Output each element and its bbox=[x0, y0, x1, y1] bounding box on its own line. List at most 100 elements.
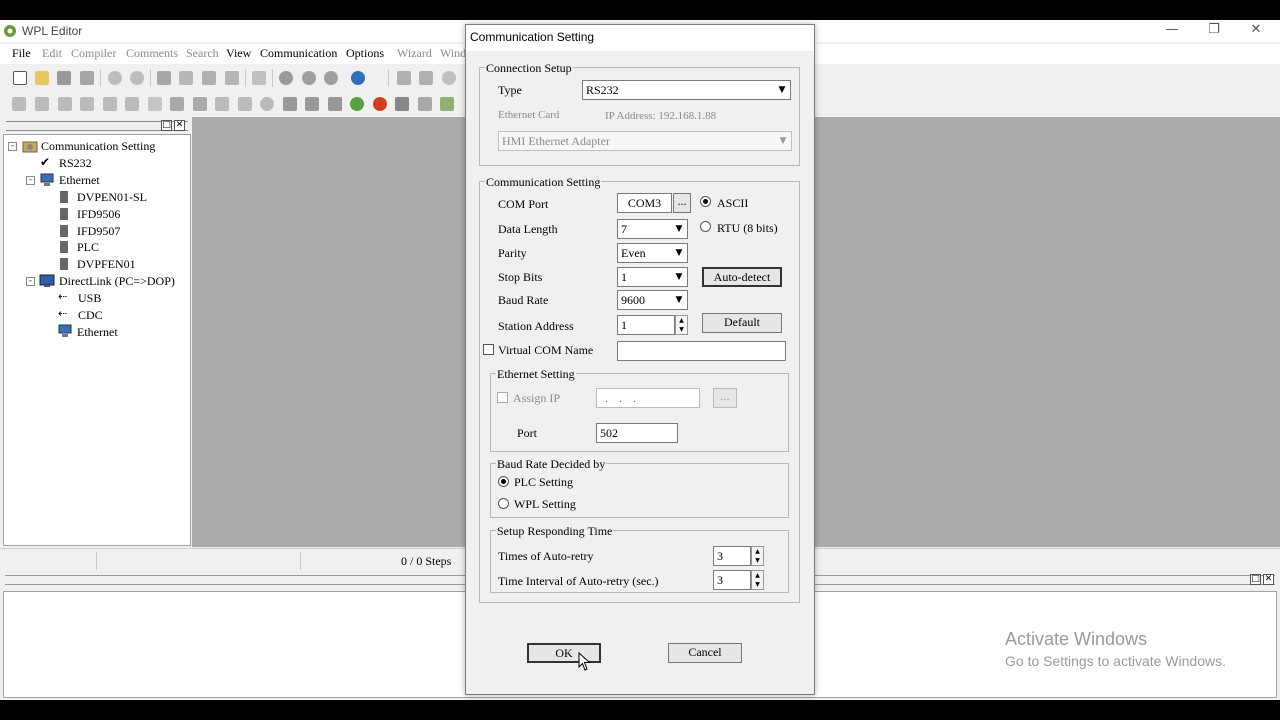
upload-icon[interactable] bbox=[419, 71, 433, 85]
ladder-mode-icon[interactable] bbox=[12, 97, 26, 111]
comment-icon[interactable] bbox=[215, 97, 229, 111]
tree-item-ethernet-direct[interactable]: Ethernet bbox=[77, 325, 118, 340]
monitor-icon[interactable] bbox=[442, 71, 456, 85]
settings-icon[interactable] bbox=[418, 97, 432, 111]
chevron-down-icon[interactable]: ▼ bbox=[671, 244, 687, 262]
tree-item-ifd9506[interactable]: IFD9506 bbox=[77, 207, 120, 222]
rtu-label: RTU (8 bits) bbox=[717, 221, 778, 235]
menu-compiler[interactable]: Compiler bbox=[71, 46, 116, 61]
chevron-down-icon[interactable]: ▼ bbox=[671, 220, 687, 238]
menu-options[interactable]: Options bbox=[346, 46, 384, 61]
table2-icon[interactable] bbox=[305, 97, 319, 111]
com-port-browse-button[interactable]: ... bbox=[673, 193, 691, 213]
tree-item-communication-setting[interactable]: Communication Setting bbox=[41, 139, 155, 154]
register-icon[interactable] bbox=[328, 97, 342, 111]
menu-view[interactable]: View bbox=[226, 46, 251, 61]
grid-icon[interactable] bbox=[148, 97, 162, 111]
close-icon[interactable]: ✕ bbox=[1236, 22, 1276, 40]
ip-browse-button[interactable]: ... bbox=[713, 388, 737, 408]
tree-item-dvpen01-sl[interactable]: DVPEN01-SL bbox=[77, 190, 147, 205]
cut-icon[interactable] bbox=[157, 71, 171, 85]
save-all-icon[interactable] bbox=[80, 71, 94, 85]
collapse-icon[interactable]: - bbox=[26, 277, 35, 286]
plc-setting-radio[interactable] bbox=[498, 476, 509, 487]
tree-item-ethernet[interactable]: Ethernet bbox=[59, 173, 100, 188]
download-icon[interactable] bbox=[397, 71, 411, 85]
menu-search[interactable]: Search bbox=[186, 46, 219, 61]
delete-icon[interactable] bbox=[225, 71, 239, 85]
tree-item-directlink[interactable]: DirectLink (PC=>DOP) bbox=[59, 274, 175, 289]
save-icon[interactable] bbox=[57, 71, 71, 85]
auto-detect-button[interactable]: Auto-detect bbox=[702, 267, 782, 287]
function-icon[interactable] bbox=[103, 97, 117, 111]
tree-item-usb[interactable]: USB bbox=[78, 291, 101, 306]
pin-icon[interactable]: □ bbox=[161, 120, 172, 131]
assign-ip-checkbox[interactable] bbox=[497, 392, 508, 403]
copy-icon[interactable] bbox=[179, 71, 193, 85]
chevron-down-icon[interactable]: ▼ bbox=[775, 132, 791, 150]
collapse-icon[interactable]: - bbox=[8, 142, 17, 151]
undo-icon[interactable] bbox=[108, 71, 122, 85]
menu-communication[interactable]: Communication bbox=[260, 46, 337, 61]
tree-item-cdc[interactable]: CDC bbox=[78, 308, 103, 323]
station-address-input[interactable]: 1 bbox=[617, 315, 675, 335]
tree-item-plc[interactable]: PLC bbox=[77, 240, 99, 255]
search-icon[interactable] bbox=[279, 71, 293, 85]
tree-item-ifd9507[interactable]: IFD9507 bbox=[77, 224, 120, 239]
help-icon[interactable] bbox=[351, 71, 365, 85]
contact-icon[interactable] bbox=[35, 97, 49, 111]
tree-item-rs232[interactable]: RS232 bbox=[59, 156, 92, 171]
label-icon[interactable] bbox=[238, 97, 252, 111]
chevron-down-icon[interactable]: ▼ bbox=[774, 81, 790, 99]
run-icon[interactable] bbox=[350, 97, 364, 111]
new-file-icon[interactable] bbox=[13, 71, 27, 85]
wizard-icon[interactable] bbox=[440, 97, 454, 111]
rtu-radio[interactable] bbox=[700, 221, 711, 232]
restore-icon[interactable]: ❐ bbox=[1194, 22, 1234, 40]
block-icon[interactable] bbox=[170, 97, 184, 111]
stop-icon[interactable] bbox=[373, 97, 387, 111]
pin-icon[interactable]: □ bbox=[1250, 574, 1261, 585]
coil-icon[interactable] bbox=[80, 97, 94, 111]
ascii-radio[interactable] bbox=[700, 196, 711, 207]
menu-wizard[interactable]: Wizard bbox=[397, 46, 432, 61]
zoom-in-icon[interactable] bbox=[302, 71, 316, 85]
retry-interval-input[interactable]: 3 bbox=[713, 570, 751, 590]
ethernet-card-select[interactable]: HMI Ethernet Adapter bbox=[498, 131, 792, 151]
assign-ip-input[interactable]: . . . bbox=[596, 388, 700, 408]
wpl-setting-radio[interactable] bbox=[498, 498, 509, 509]
branch-icon[interactable] bbox=[125, 97, 139, 111]
station-address-spinner[interactable]: ▲ ▼ bbox=[675, 315, 688, 335]
close-icon[interactable]: ✕ bbox=[1263, 574, 1274, 585]
virtual-com-input[interactable] bbox=[617, 341, 786, 361]
type-select[interactable]: RS232 bbox=[582, 80, 791, 100]
pin-icon[interactable] bbox=[260, 97, 274, 111]
auto-retry-spinner[interactable]: ▲ ▼ bbox=[751, 546, 764, 566]
chevron-down-icon[interactable]: ▼ bbox=[671, 291, 687, 309]
minimize-icon[interactable]: — bbox=[1152, 22, 1192, 40]
retry-interval-spinner[interactable]: ▲ ▼ bbox=[751, 570, 764, 590]
contact-nc-icon[interactable] bbox=[58, 97, 72, 111]
tree-item-dvpfen01[interactable]: DVPFEN01 bbox=[77, 257, 136, 272]
paste-icon[interactable] bbox=[202, 71, 216, 85]
collapse-icon[interactable]: - bbox=[26, 176, 35, 185]
cancel-button[interactable]: Cancel bbox=[668, 643, 742, 663]
virtual-com-checkbox[interactable] bbox=[483, 344, 494, 355]
com-port-field[interactable]: COM3 bbox=[617, 193, 672, 213]
menu-comments[interactable]: Comments bbox=[126, 46, 178, 61]
device-icon[interactable] bbox=[395, 97, 409, 111]
open-folder-icon[interactable] bbox=[35, 71, 49, 85]
menu-edit[interactable]: Edit bbox=[42, 46, 62, 61]
jump-icon[interactable] bbox=[252, 71, 266, 85]
zoom-out-icon[interactable] bbox=[324, 71, 338, 85]
table-icon[interactable] bbox=[283, 97, 297, 111]
menu-window[interactable]: Wind bbox=[440, 46, 466, 61]
auto-retry-input[interactable]: 3 bbox=[713, 546, 751, 566]
chevron-down-icon[interactable]: ▼ bbox=[671, 268, 687, 286]
port-input[interactable]: 502 bbox=[596, 423, 678, 443]
close-icon[interactable]: ✕ bbox=[174, 120, 185, 131]
link-icon[interactable] bbox=[193, 97, 207, 111]
default-button[interactable]: Default bbox=[702, 313, 782, 333]
menu-file[interactable]: File bbox=[12, 46, 31, 61]
redo-icon[interactable] bbox=[130, 71, 144, 85]
